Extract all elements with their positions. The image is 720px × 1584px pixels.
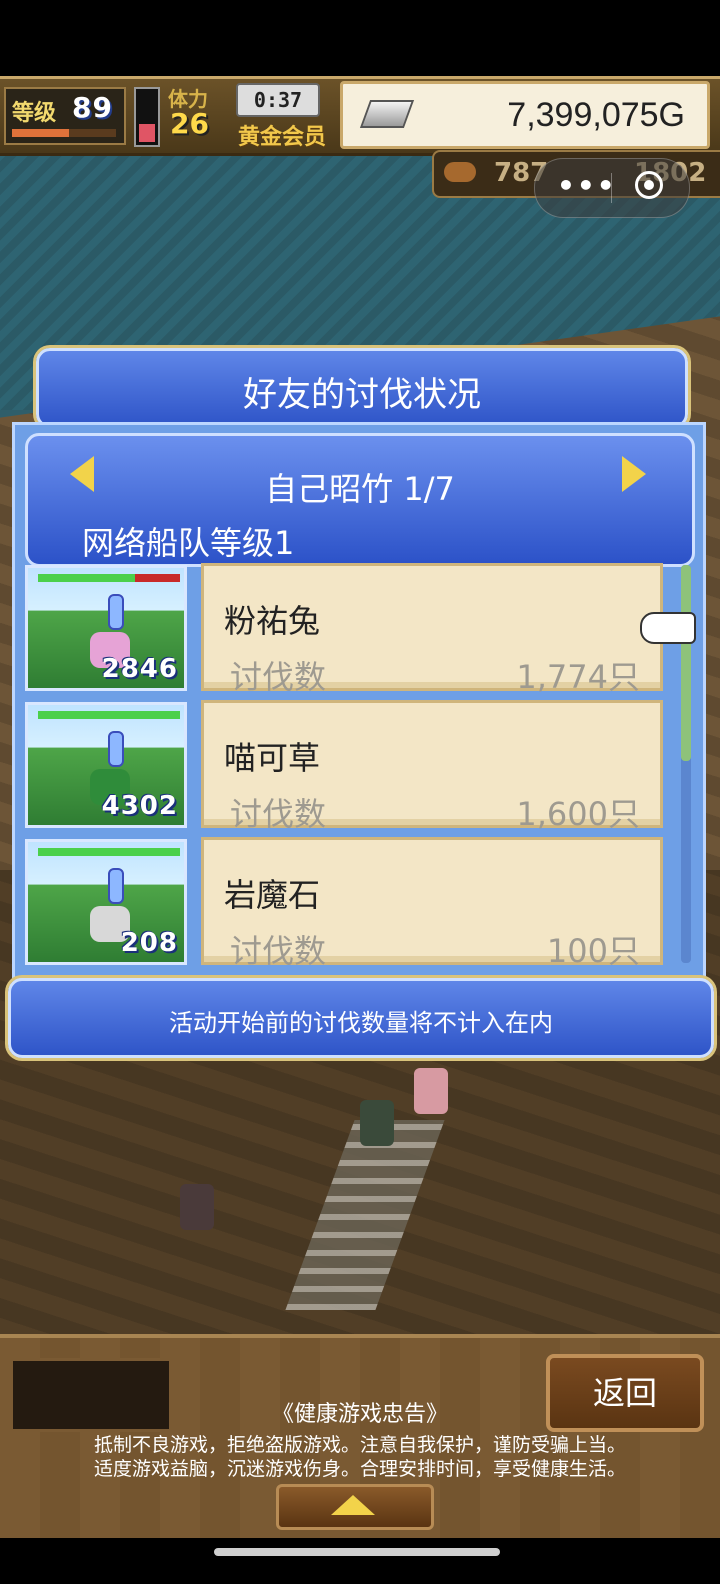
health-advice-line-2: 适度游戏益脑，沉迷游戏伤身。合理安排时间，享受健康生活。 [93,1458,626,1480]
gold-value: 7,399,075G [507,96,685,134]
monster-name: 喵可草 [224,739,321,777]
exclamation-icon [108,594,124,630]
gold-display: 7,399,075G [340,81,710,149]
monster-list[interactable]: 2846 粉祐兔 讨伐数 1,774只 4302 喵可草 讨伐数 1,600只 [25,563,675,967]
exclamation-icon [108,868,124,904]
exclamation-icon [108,731,124,767]
vip-badge[interactable]: 黄金会员 [238,119,326,151]
monster-power: 208 [120,928,178,958]
pointer-hand-icon [640,612,696,644]
dialog-title: 好友的讨伐状况 [243,375,481,415]
kill-count-value: 1,600只 [516,795,640,833]
health-advice-line-1: 抵制不良游戏，拒绝盗版游戏。注意自我保护，谨防受骗上当。 [93,1434,626,1456]
monster-name: 岩魔石 [224,876,321,914]
monster-thumbnail: 208 [25,839,187,965]
kill-count-label: 讨伐数 [230,795,327,833]
monster-power: 4302 [101,791,178,821]
kill-count-label: 讨伐数 [230,932,327,967]
list-item[interactable]: 208 岩魔石 讨伐数 100只 [25,837,675,967]
dialog-title-bar: 好友的讨伐状况 [36,348,688,428]
friend-panel: 自己昭竹 1/7 网络船队等级1 2846 粉祐兔 讨伐数 1,774只 430… [12,422,706,980]
expand-button[interactable] [276,1484,434,1530]
monster-card[interactable]: 粉祐兔 讨伐数 1,774只 [201,563,663,696]
stamina-value: 26 [170,107,209,140]
more-dots-icon[interactable]: ••• [557,169,617,202]
fleet-level: 网络船队等级1 [82,524,295,562]
character-crew-2 [180,1184,214,1230]
level-value: 89 [72,91,113,124]
notice-bar: 活动开始前的讨伐数量将不计入在内 [8,978,714,1058]
monster-name: 粉祐兔 [224,602,321,640]
kill-count-value: 100只 [546,932,640,967]
monster-thumbnail: 2846 [25,565,187,691]
level-label: 等级 [12,101,57,126]
kill-count-value: 1,774只 [516,658,640,696]
chevron-up-icon [331,1495,375,1515]
bottom-bar: 返回 《健康游戏忠告》 抵制不良游戏，拒绝盗版游戏。注意自我保护，谨防受骗上当。… [0,1334,720,1538]
monster-card[interactable]: 岩魔石 讨伐数 100只 [201,837,663,967]
home-indicator[interactable] [214,1548,500,1556]
health-advice-title: 《健康游戏忠告》 [271,1402,448,1427]
list-item[interactable]: 4302 喵可草 讨伐数 1,600只 [25,700,675,833]
level-box: 等级 89 [4,87,126,145]
monster-thumbnail: 4302 [25,702,187,828]
kill-count-label: 讨伐数 [230,658,327,696]
target-icon[interactable] [635,171,663,199]
friend-name: 自己昭竹 1/7 [265,470,455,508]
list-item[interactable]: 2846 粉祐兔 讨伐数 1,774只 [25,563,675,696]
hp-bar [38,848,180,856]
scrollbar-thumb[interactable] [681,565,691,761]
capsule-divider [611,173,612,203]
hp-bar [38,711,180,719]
top-hud: 等级 89 体力 26 0:37 黄金会员 7,399,075G [0,76,720,156]
silver-bar-icon [359,100,415,128]
friend-header: 自己昭竹 1/7 网络船队等级1 [25,433,695,567]
stamina-gauge [134,87,160,147]
stamina-timer: 0:37 [236,83,320,117]
monster-power: 2846 [101,654,178,684]
monster-card[interactable]: 喵可草 讨伐数 1,600只 [201,700,663,833]
character-crew-1 [360,1100,394,1146]
miniprogram-capsule: ••• [534,158,690,218]
hp-bar [38,574,180,582]
character-pink-monster [414,1068,448,1114]
level-exp-bar [12,129,116,137]
notice-text: 活动开始前的讨伐数量将不计入在内 [169,1009,553,1037]
wood-icon [444,162,476,182]
